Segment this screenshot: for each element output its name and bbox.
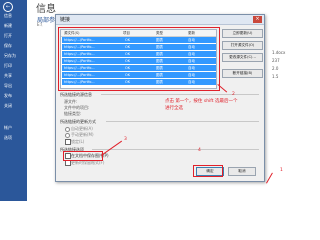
- nav-item-publish[interactable]: 发布: [4, 93, 12, 98]
- open-source-button[interactable]: 打开源文件(O): [222, 41, 263, 50]
- annotation-note-line2: 进行全选: [165, 106, 183, 111]
- divider: [106, 121, 259, 122]
- divider: [101, 94, 259, 95]
- dialog-title: 链接: [60, 17, 71, 23]
- side-line-2: 237: [272, 58, 280, 63]
- nav-item-new[interactable]: 新建: [4, 23, 12, 28]
- update-method-heading: 所选链接的更新方式: [60, 119, 96, 124]
- nav-item-save[interactable]: 保存: [4, 43, 12, 48]
- close-icon[interactable]: ×: [253, 16, 262, 23]
- cancel-button[interactable]: 取消: [228, 167, 256, 176]
- divider: [92, 149, 259, 150]
- annotation-ok-highlight: [193, 165, 223, 177]
- nav-item-save-as[interactable]: 另存为: [4, 53, 16, 58]
- side-line-1: 1.docx: [272, 50, 286, 55]
- link-type-label: 链接类型:: [64, 111, 82, 116]
- annotation-note-line1: 点击 第一个，按住 shift 选最后一个: [165, 99, 238, 104]
- side-line-3: 2.0: [272, 66, 279, 71]
- side-line-4: 1.5: [272, 74, 279, 79]
- dialog-titlebar[interactable]: 链接 ×: [56, 15, 264, 25]
- manual-update-radio[interactable]: [65, 133, 70, 138]
- document-path: E:\: [37, 22, 43, 27]
- update-now-button[interactable]: 立即更新(U): [222, 29, 263, 38]
- source-info-heading: 所选链接的源信息: [60, 92, 92, 97]
- annotation-arrow-1: [266, 172, 273, 184]
- lock-label[interactable]: 锁定(L): [71, 139, 84, 145]
- nav-item-options[interactable]: 选项: [4, 135, 12, 140]
- break-link-button[interactable]: 断开链接(B): [222, 69, 263, 78]
- nav-item-share[interactable]: 共享: [4, 73, 12, 78]
- change-source-button[interactable]: 更改源文件(C)...: [222, 53, 263, 62]
- nav-item-open[interactable]: 打开: [4, 33, 12, 38]
- annotation-table-highlight: [58, 27, 220, 91]
- manual-update-label[interactable]: 手动更新(M): [71, 132, 94, 138]
- nav-item-print[interactable]: 打印: [4, 63, 12, 68]
- annotation-checkbox-highlight: [63, 151, 103, 161]
- annotation-number-2: 2: [232, 92, 235, 97]
- nav-item-info[interactable]: 信息: [4, 13, 12, 18]
- annotation-number-4: 4: [198, 148, 201, 153]
- annotation-number-3: 3: [124, 137, 127, 142]
- auto-update-radio[interactable]: [65, 127, 70, 132]
- nav-item-close[interactable]: 关闭: [4, 103, 12, 108]
- nav-item-account[interactable]: 帐户: [4, 125, 12, 130]
- back-arrow-icon[interactable]: ←: [3, 2, 13, 12]
- annotation-number-1: 1: [280, 168, 283, 173]
- nav-item-export[interactable]: 导出: [4, 83, 12, 88]
- page-title: 信息: [36, 4, 56, 15]
- backstage-nav: ← 信息 新建 打开 保存 另存为 打印 共享 导出 发布 关闭 帐户 选项: [0, 0, 27, 201]
